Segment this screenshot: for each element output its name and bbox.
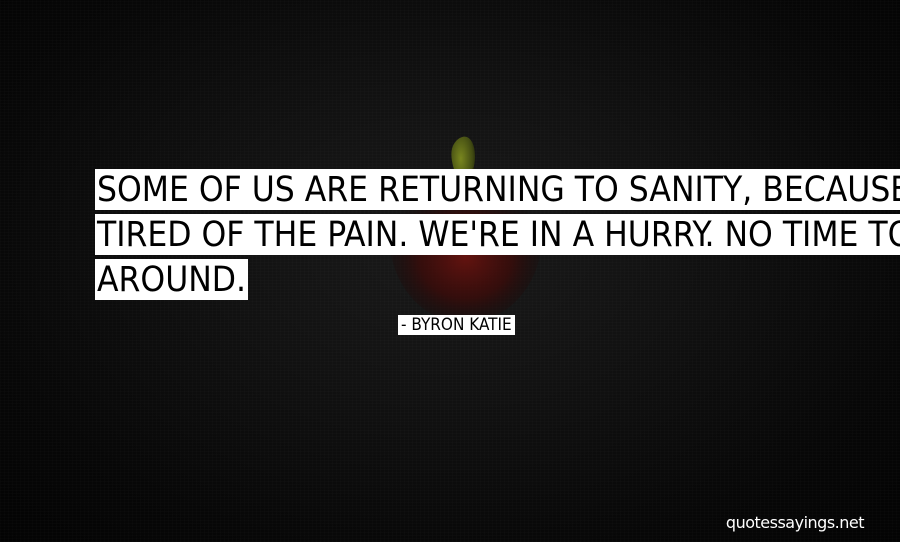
site-watermark: quotessayings.net [725,513,865,532]
quote-line: AROUND. [95,259,249,300]
quote-line: TIRED OF THE PAIN. WE'RE IN A HURRY. NO … [95,213,900,258]
quote-line: SOME OF US ARE RETURNING TO SANITY, BECA… [95,168,900,213]
quote-text: SOME OF US ARE RETURNING TO SANITY, BECA… [95,168,900,303]
quote-author: - BYRON KATIE [398,314,515,336]
quote-card: SOME OF US ARE RETURNING TO SANITY, BECA… [0,0,900,542]
